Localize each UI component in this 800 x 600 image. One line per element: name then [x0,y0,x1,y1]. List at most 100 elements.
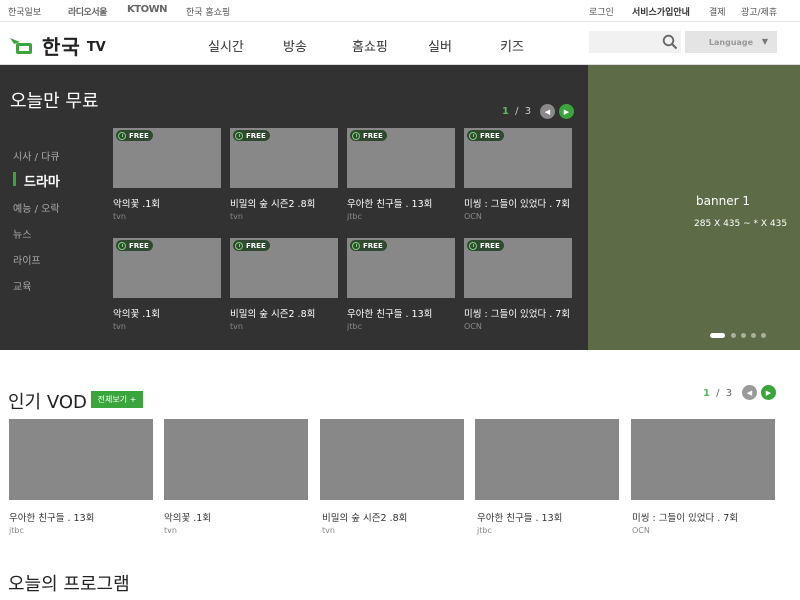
free-item-channel: tvn [230,212,243,221]
next-arrow-icon[interactable]: ▶ [559,104,574,119]
vod-pager: 1 / 3 [703,388,732,399]
partner-link-homeshopping[interactable]: 한국 홈쇼핑 [186,5,230,18]
clock-icon [469,131,477,140]
nav-homeshopping[interactable]: 홈쇼핑 [352,36,388,55]
category-drama[interactable]: 드라마 [24,171,60,190]
free-item-title[interactable]: 악의꽃 .1회 [113,196,160,210]
banner-size-text: 285 X 435 ~ * X 435 [694,219,788,229]
free-item-thumbnail[interactable]: FREE [464,238,572,298]
free-badge: FREE [116,130,153,141]
language-label: Language [708,37,754,47]
banner-title: banner 1 [696,194,750,208]
partner-link-radio-seoul[interactable]: 라디오서울 [68,5,107,18]
free-badge: FREE [233,240,270,251]
site-logo[interactable]: 한국 TV [8,31,106,59]
free-section-title: 오늘만 무료 [10,91,99,112]
free-item-title[interactable]: 우아한 친구들 . 13회 [347,306,432,320]
free-item-thumbnail[interactable]: FREE [113,238,221,298]
free-badge: FREE [467,240,504,251]
banner-dot[interactable] [741,333,746,338]
free-item-channel: tvn [230,322,243,331]
category-current-affairs[interactable]: 시사 / 다큐 [13,148,60,163]
vod-thumbnail[interactable] [631,419,775,500]
banner-dot[interactable] [761,333,766,338]
free-item-thumbnail[interactable]: FREE [230,238,338,298]
prev-arrow-icon[interactable]: ◀ [540,104,555,119]
category-life[interactable]: 라이프 [13,252,41,267]
clock-icon [235,131,243,140]
clock-icon [118,241,126,250]
logo-icon [10,38,32,54]
clock-icon [118,131,126,140]
clock-icon [352,241,360,250]
active-category-indicator [13,172,16,186]
promo-banner[interactable]: banner 1 285 X 435 ~ * X 435 [588,65,800,350]
vod-item-title[interactable]: 우아한 친구들 . 13회 [477,510,562,524]
banner-dot[interactable] [751,333,756,338]
free-item-title[interactable]: 비밀의 숲 시즌2 .8회 [230,196,315,210]
vod-item-title[interactable]: 우아한 친구들 . 13회 [9,510,94,524]
free-badge: FREE [350,130,387,141]
free-item-channel: tvn [113,212,126,221]
vod-item-channel: tvn [164,526,177,535]
free-item-title[interactable]: 악의꽃 .1회 [113,306,160,320]
free-item-channel: tvn [113,322,126,331]
service-signup-link[interactable]: 서비스가입안내 [632,5,690,18]
free-item-thumbnail[interactable]: FREE [230,128,338,188]
pager-current: 1 [703,388,710,399]
banner-dot[interactable] [731,333,736,338]
free-pager: 1 / 3 [502,106,531,117]
chevron-down-icon: ▼ [761,37,768,46]
vod-item-channel: jtbc [9,526,24,535]
pager-total: 3 [524,106,532,117]
free-item-title[interactable]: 비밀의 숲 시즌2 .8회 [230,306,315,320]
vod-thumbnail[interactable] [164,419,308,500]
banner-dot[interactable] [710,333,725,338]
vod-item-channel: jtbc [477,526,492,535]
vod-section-title: 인기 VOD [8,392,87,413]
vod-item-channel: tvn [322,526,335,535]
program-section-title: 오늘의 프로그램 [8,574,130,595]
nav-broadcast[interactable]: 방송 [283,36,307,55]
free-badge: FREE [467,130,504,141]
vod-thumbnail[interactable] [320,419,464,500]
ads-partnership-link[interactable]: 광고/제휴 [741,5,777,18]
free-item-title[interactable]: 미씽 : 그들이 있었다 . 7회 [464,306,570,320]
free-item-thumbnail[interactable]: FREE [464,128,572,188]
vod-item-title[interactable]: 비밀의 숲 시즌2 .8회 [322,510,407,524]
free-today-section: 오늘만 무료 1 / 3 ◀ ▶ 시사 / 다큐 드라마 예능 / 오락 뉴스 … [0,65,588,350]
free-item-thumbnail[interactable]: FREE [347,128,455,188]
free-item-thumbnail[interactable]: FREE [347,238,455,298]
free-item-channel: jtbc [347,212,362,221]
vod-item-title[interactable]: 악의꽃 .1회 [164,510,211,524]
pager-sep: / [515,106,519,117]
search-icon[interactable] [662,34,678,50]
vod-item-channel: OCN [632,526,650,535]
language-select[interactable]: Language ▼ [685,31,777,53]
partner-link-hankookilbo[interactable]: 한국일보 [8,5,41,18]
free-item-thumbnail[interactable]: FREE [113,128,221,188]
category-news[interactable]: 뉴스 [13,226,31,241]
next-arrow-icon[interactable]: ▶ [761,385,776,400]
nav-live[interactable]: 실시간 [208,36,244,55]
view-all-button[interactable]: 전체보기 + [91,391,143,408]
vod-item-title[interactable]: 미씽 : 그들이 있었다 . 7회 [632,510,738,524]
prev-arrow-icon[interactable]: ◀ [742,385,757,400]
free-badge: FREE [350,240,387,251]
logo-text: 한국 [42,34,81,59]
free-badge: FREE [116,240,153,251]
vod-thumbnail[interactable] [9,419,153,500]
category-education[interactable]: 교육 [13,278,31,293]
nav-silver[interactable]: 실버 [428,36,452,55]
free-item-channel: jtbc [347,322,362,331]
payment-link[interactable]: 결제 [709,5,726,18]
vod-thumbnail[interactable] [475,419,619,500]
login-link[interactable]: 로그인 [589,5,614,18]
pager-total: 3 [725,388,733,399]
free-item-title[interactable]: 우아한 친구들 . 13회 [347,196,432,210]
category-entertainment[interactable]: 예능 / 오락 [13,200,60,215]
nav-kids[interactable]: 키즈 [500,36,524,55]
free-badge: FREE [233,130,270,141]
partner-link-ktown[interactable]: KTOWN [127,4,167,15]
free-item-title[interactable]: 미씽 : 그들이 있었다 . 7회 [464,196,570,210]
